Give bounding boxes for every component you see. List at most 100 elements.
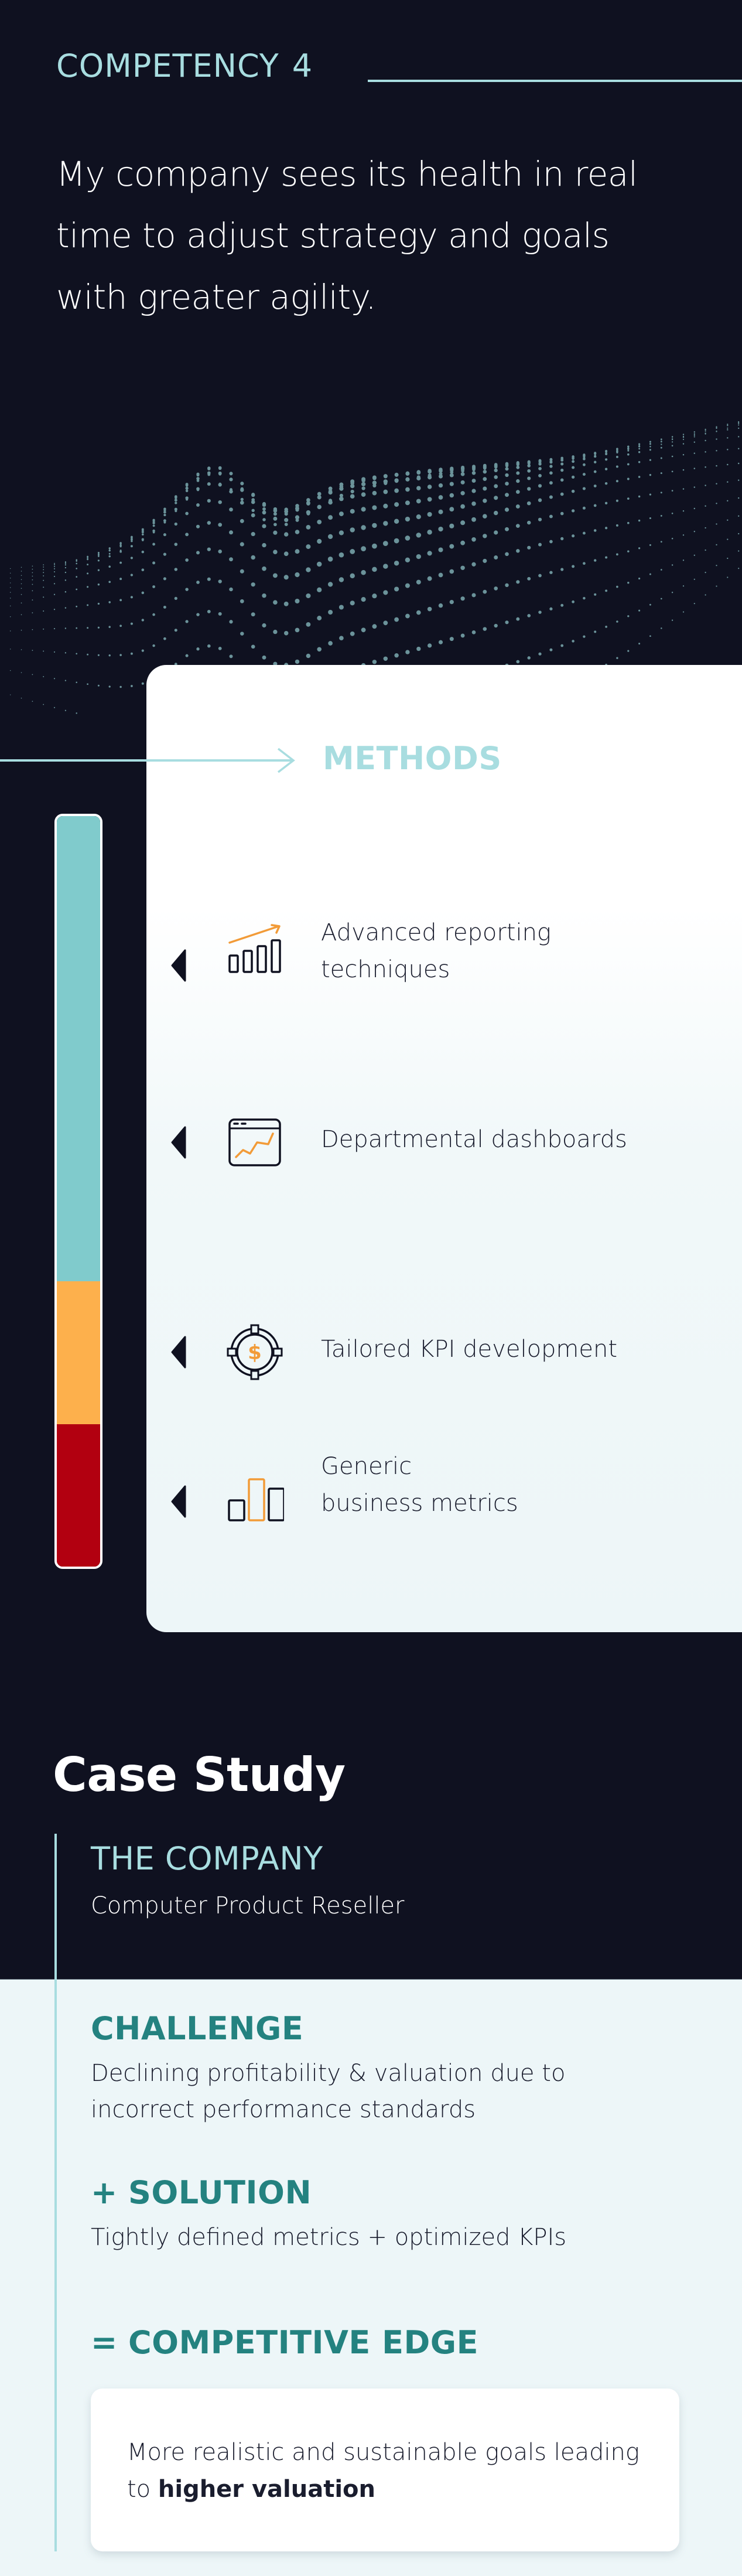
wave-particle <box>693 431 695 433</box>
wave-particle <box>295 627 300 633</box>
wave-particle <box>20 629 22 631</box>
wave-particle <box>283 630 289 636</box>
wave-particle <box>382 541 388 546</box>
wave-particle <box>693 441 695 443</box>
wave-particle <box>616 620 618 623</box>
wave-particle <box>560 462 564 466</box>
wave-particle <box>229 557 233 562</box>
wave-particle <box>64 564 67 566</box>
wave-particle <box>727 427 729 429</box>
wave-particle <box>627 453 630 456</box>
methods-arrow-line <box>0 759 293 762</box>
wave-particle <box>516 479 520 483</box>
wave-particle <box>538 543 542 547</box>
wave-particle <box>716 450 717 452</box>
wave-particle <box>605 589 608 592</box>
wave-particle <box>372 543 377 549</box>
wave-particle <box>737 479 740 481</box>
wave-particle <box>218 550 222 554</box>
wave-particle <box>438 526 443 532</box>
wave-particle <box>43 579 45 581</box>
wave-particle <box>119 544 122 547</box>
wave-particle <box>494 496 498 500</box>
wave-particle <box>284 523 288 527</box>
wave-particle <box>372 505 377 510</box>
wave-particle <box>416 646 421 651</box>
wave-particle <box>682 453 685 456</box>
wave-particle <box>141 528 144 531</box>
wave-particle <box>416 499 421 504</box>
wave-particle <box>339 482 344 487</box>
wave-particle <box>185 486 189 490</box>
wave-particle <box>516 471 520 475</box>
wave-particle <box>605 452 608 455</box>
case-study-timeline-rule <box>54 1834 57 2551</box>
wave-particle <box>372 523 377 528</box>
wave-particle <box>262 518 266 521</box>
wave-particle <box>273 516 278 521</box>
wave-particle <box>97 684 100 687</box>
wave-particle <box>638 577 641 580</box>
wave-particle <box>604 482 608 485</box>
wave-particle <box>64 571 67 574</box>
wave-particle <box>427 497 432 502</box>
competitive-edge-text: More realistic and sustainable goals lea… <box>127 2434 640 2508</box>
wave-particle <box>727 500 729 501</box>
wave-particle <box>649 441 651 443</box>
wave-particle <box>504 507 510 512</box>
wave-particle <box>229 477 233 482</box>
wave-particle <box>660 492 662 494</box>
wave-particle <box>505 527 509 531</box>
wave-particle <box>317 520 322 524</box>
edge-text-highlight: higher valuation <box>158 2476 375 2503</box>
wave-particle <box>627 463 630 466</box>
wave-particle <box>394 472 399 477</box>
wave-particle <box>460 596 465 601</box>
wave-particle <box>593 529 597 532</box>
wave-particle <box>361 486 365 490</box>
wave-particle <box>372 624 377 629</box>
wave-particle <box>87 683 88 685</box>
wave-particle <box>671 490 673 492</box>
wave-particle <box>229 620 233 624</box>
wave-particle <box>649 449 651 451</box>
wave-particle <box>649 603 651 606</box>
wave-particle <box>738 550 740 552</box>
wave-particle <box>593 470 597 473</box>
wave-particle <box>616 450 618 453</box>
wave-particle <box>218 466 222 470</box>
wave-particle <box>593 485 597 487</box>
wave-particle <box>229 654 233 658</box>
wave-particle <box>483 469 487 474</box>
wave-particle <box>716 431 717 432</box>
wave-particle <box>460 520 466 526</box>
wave-particle <box>693 578 695 580</box>
wave-particle <box>638 476 641 478</box>
wave-particle <box>394 653 399 658</box>
bar-chart-icon <box>225 1472 284 1531</box>
wave-particle <box>727 481 729 483</box>
wave-particle <box>394 488 399 493</box>
wave-particle <box>306 622 311 627</box>
wave-particle <box>20 614 22 615</box>
wave-particle <box>240 488 244 492</box>
wave-particle <box>471 562 476 567</box>
wave-particle <box>87 604 89 606</box>
competency-divider <box>368 80 742 82</box>
wave-particle <box>174 629 177 632</box>
wave-particle <box>527 469 531 473</box>
wave-particle <box>306 567 311 572</box>
method-label-line: Generic <box>321 1453 412 1480</box>
wave-particle <box>737 448 740 450</box>
wave-particle <box>449 473 454 477</box>
wave-particle <box>527 545 531 550</box>
wave-particle <box>284 518 289 523</box>
wave-particle <box>494 586 498 591</box>
wave-particle <box>251 509 255 513</box>
competency-heading: COMPETENCY 4 <box>56 50 313 82</box>
wave-particle <box>130 557 133 559</box>
particle-wave-graphic <box>10 421 740 715</box>
wave-particle <box>560 458 564 462</box>
wave-particle <box>438 495 443 500</box>
wave-particle <box>185 620 189 623</box>
